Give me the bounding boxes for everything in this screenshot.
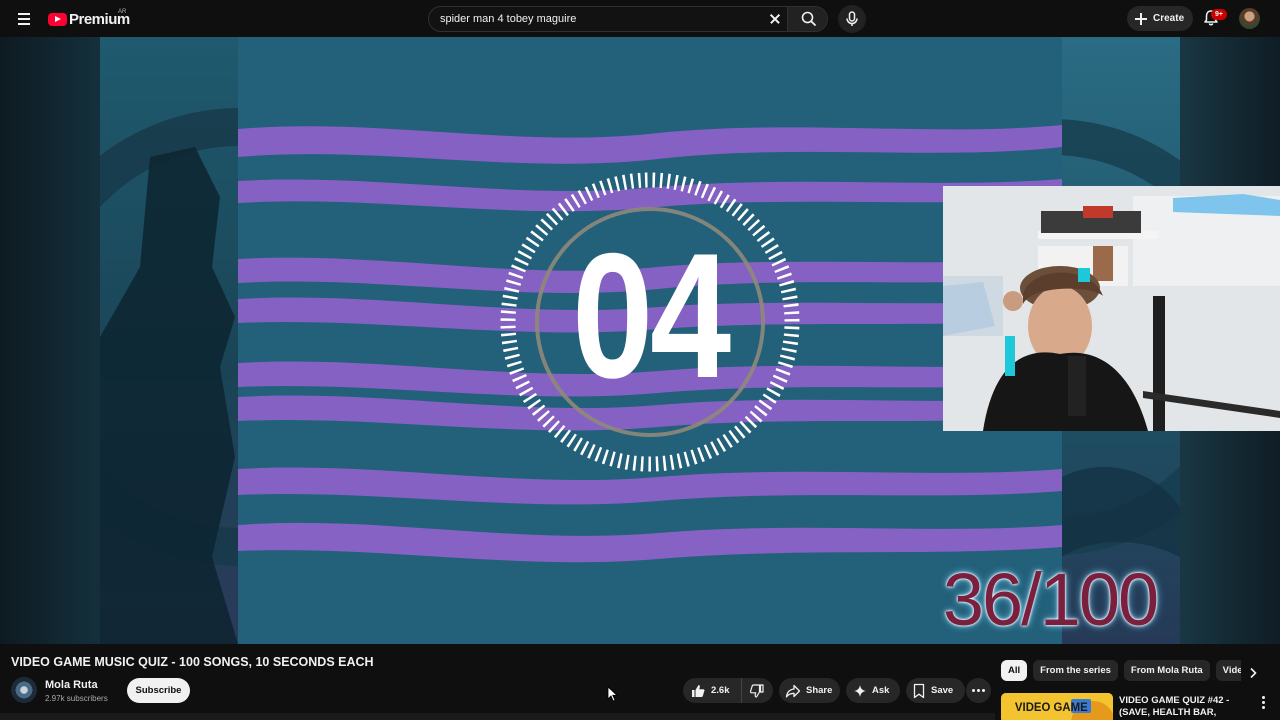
- dislike-button[interactable]: [742, 678, 772, 703]
- quiz-stage: 04: [238, 37, 1062, 644]
- like-count: 2.6k: [711, 685, 730, 696]
- save-button[interactable]: Save: [906, 678, 965, 703]
- description-box-edge: [0, 713, 995, 720]
- recommended-video-title[interactable]: VIDEO GAME QUIZ #42 - (SAVE, HEALTH BAR,…: [1119, 695, 1259, 720]
- related-filter-chips: All From the series From Mola Ruta Vide: [1001, 660, 1241, 682]
- channel-name[interactable]: Mola Ruta: [45, 679, 98, 691]
- more-actions-button[interactable]: [966, 678, 991, 703]
- video-title: VIDEO GAME MUSIC QUIZ - 100 SONGS, 10 SE…: [11, 655, 374, 669]
- video-player[interactable]: 04 36/100: [0, 37, 1280, 644]
- clear-search-icon[interactable]: [766, 10, 784, 28]
- chip-from-the-series[interactable]: From the series: [1033, 660, 1118, 681]
- youtube-play-icon: [48, 12, 67, 26]
- thumbnail-text: VIDEO GAME: [1014, 700, 1088, 714]
- create-label: Create: [1153, 13, 1185, 24]
- thumbs-down-icon: [749, 683, 764, 698]
- more-dot: [972, 689, 975, 692]
- share-button[interactable]: Share: [779, 678, 840, 703]
- more-dot: [977, 689, 980, 692]
- share-icon: [785, 684, 801, 697]
- thumbs-up-icon: [692, 684, 705, 697]
- recommended-video-thumbnail[interactable]: VIDEO GAME: [1001, 693, 1113, 720]
- chip-all[interactable]: All: [1001, 660, 1028, 681]
- create-button[interactable]: Create: [1127, 6, 1193, 31]
- silhouette-art: [100, 108, 238, 644]
- quiz-score: 36/100: [942, 558, 1159, 641]
- ambient-glow-left: [0, 37, 100, 644]
- countdown-timer: 04: [572, 216, 731, 415]
- chips-next-button[interactable]: [1244, 664, 1262, 682]
- microphone-icon: [846, 11, 858, 26]
- search-box: [428, 6, 828, 32]
- search-input[interactable]: [429, 7, 787, 31]
- sparkle-icon: [854, 684, 866, 697]
- search-button[interactable]: [787, 7, 827, 31]
- chip-from-channel[interactable]: From Mola Ruta: [1123, 660, 1210, 681]
- top-bar: Premium AR Create 9+: [0, 0, 1280, 37]
- share-label: Share: [806, 685, 833, 696]
- ask-button[interactable]: Ask: [846, 678, 900, 703]
- account-avatar[interactable]: [1239, 8, 1260, 29]
- subscribe-button[interactable]: Subscribe: [127, 678, 190, 703]
- search-icon: [801, 11, 816, 26]
- menu-dot: [1261, 696, 1265, 699]
- bookmark-icon: [913, 683, 925, 698]
- more-dot: [982, 689, 985, 692]
- mouse-cursor-icon: [607, 686, 619, 702]
- save-label: Save: [931, 685, 954, 696]
- chip-videos[interactable]: Vide: [1215, 660, 1241, 681]
- voice-search-button[interactable]: [838, 5, 866, 33]
- notification-badge: 9+: [1211, 9, 1227, 20]
- plus-icon: [1135, 12, 1147, 25]
- like-button[interactable]: 2.6k: [683, 678, 742, 703]
- channel-avatar[interactable]: [11, 677, 37, 703]
- like-dislike-group: 2.6k: [683, 678, 773, 703]
- menu-icon[interactable]: [12, 7, 36, 31]
- region-code: AR: [118, 9, 127, 15]
- menu-dot: [1261, 706, 1265, 709]
- recommended-video-menu[interactable]: [1258, 696, 1268, 712]
- video-side-panel-left: [100, 37, 238, 644]
- chevron-right-icon: [1250, 667, 1257, 679]
- ask-label: Ask: [872, 685, 890, 696]
- subscriber-count: 2.97k subscribers: [45, 694, 108, 703]
- streamer-webcam: [943, 186, 1280, 431]
- menu-dot: [1261, 701, 1265, 704]
